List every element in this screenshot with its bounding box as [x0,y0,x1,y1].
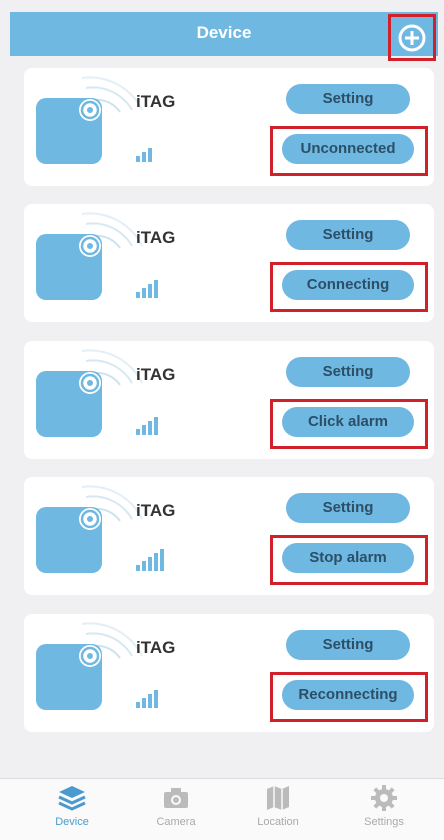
device-card[interactable]: iTAG Setting Stop alarm [24,477,434,595]
status-action-button[interactable]: Stop alarm [282,543,414,573]
setting-button[interactable]: Setting [286,84,410,114]
tab-bar: Device Camera Location Settings [0,778,444,840]
device-card[interactable]: iTAG Setting Unconnected [24,68,434,186]
signal-strength-icon [136,280,158,298]
page-title: Device [196,23,252,42]
status-action-button[interactable]: Reconnecting [282,680,414,710]
setting-button[interactable]: Setting [286,493,410,523]
tab-label: Settings [364,816,404,828]
tab-settings[interactable]: Settings [336,783,432,828]
signal-strength-icon [136,549,164,571]
itag-device-icon [36,349,143,437]
signal-strength-icon [136,148,152,162]
device-card[interactable]: iTAG Setting Click alarm [24,341,434,459]
add-device-button[interactable] [388,14,436,61]
device-name: iTAG [136,92,176,111]
device-card[interactable]: iTAG Setting Reconnecting [24,614,434,732]
itag-device-icon [36,212,143,300]
plus-circle-icon [398,24,426,51]
header-bar: Device [10,12,438,56]
tab-label: Device [55,816,89,828]
signal-strength-icon [136,417,158,435]
tab-location[interactable]: Location [230,783,326,828]
status-action-button[interactable]: Unconnected [282,134,414,164]
status-action-button[interactable]: Connecting [282,270,414,300]
setting-button[interactable]: Setting [286,220,410,250]
itag-device-icon [36,622,143,710]
camera-icon [164,788,188,808]
device-card[interactable]: iTAG Setting Connecting [24,204,434,322]
tab-label: Location [257,816,299,828]
map-icon [267,786,289,810]
signal-strength-icon [136,690,158,708]
device-name: iTAG [136,365,176,384]
tab-label: Camera [156,816,196,828]
tab-device[interactable]: Device [24,783,120,828]
gear-icon [371,785,397,811]
setting-button[interactable]: Setting [286,630,410,660]
tab-camera[interactable]: Camera [128,783,224,828]
device-name: iTAG [136,501,176,520]
itag-device-icon [36,485,143,573]
device-name: iTAG [136,228,176,247]
status-action-button[interactable]: Click alarm [282,407,414,437]
layers-icon [58,786,86,811]
itag-device-icon [36,76,143,164]
device-name: iTAG [136,638,176,657]
setting-button[interactable]: Setting [286,357,410,387]
